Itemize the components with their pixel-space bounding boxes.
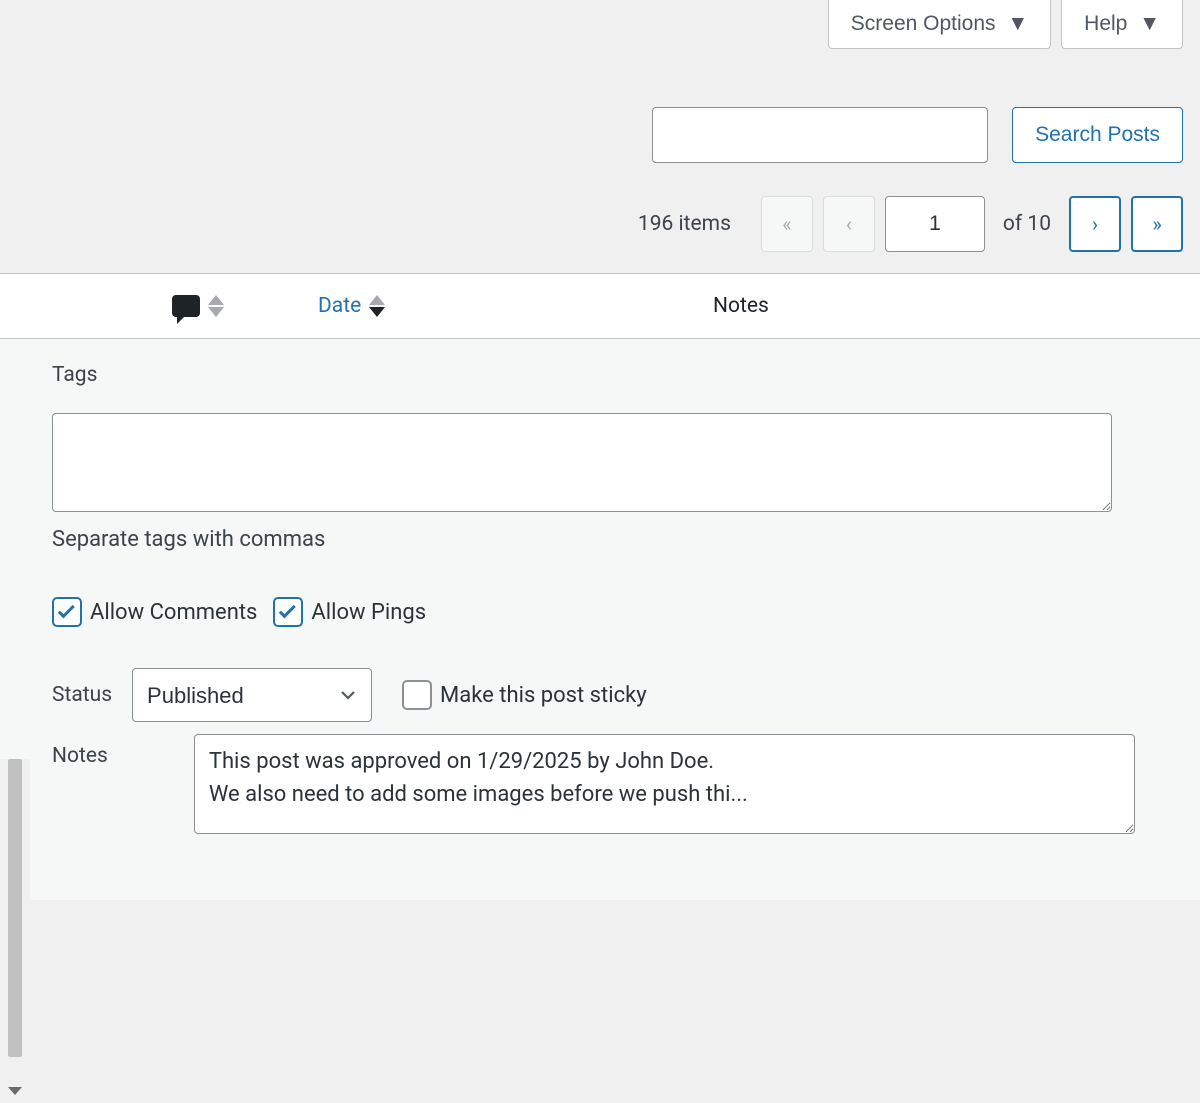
notes-label: Notes	[52, 734, 108, 768]
page-of-text: of 10	[1003, 212, 1051, 236]
inline-edit-row: Tags Separate tags with commas Allow Com…	[0, 339, 1200, 900]
column-comments[interactable]	[172, 295, 224, 317]
screen-options-toggle[interactable]: Screen Options ▼	[828, 0, 1051, 49]
checkbox-unchecked-icon	[402, 680, 432, 710]
search-row: Search Posts	[652, 107, 1183, 163]
allow-pings-label: Allow Pings	[311, 600, 426, 625]
tags-label: Tags	[52, 363, 97, 387]
checkbox-checked-icon	[52, 597, 82, 627]
discussion-options: Allow Comments Allow Pings	[52, 597, 426, 627]
status-select-wrap: Published	[132, 668, 372, 722]
scrollbar-down-arrow[interactable]	[0, 1079, 30, 1103]
sticky-label: Make this post sticky	[440, 683, 647, 708]
notes-row: Notes This post was approved on 1/29/202…	[52, 734, 1135, 834]
tags-textarea[interactable]	[52, 413, 1112, 512]
scrollbar-thumb[interactable]	[8, 759, 22, 1057]
screen-options-label: Screen Options	[851, 12, 996, 35]
allow-comments-toggle[interactable]: Allow Comments	[52, 597, 257, 627]
search-input[interactable]	[652, 107, 988, 163]
first-page-button: «	[761, 196, 813, 252]
status-row: Status Published Make this post sticky	[52, 668, 647, 722]
allow-comments-label: Allow Comments	[90, 600, 257, 625]
list-table-header: Date Notes	[0, 273, 1200, 339]
screen-meta-actions: Screen Options ▼ Help ▼	[828, 0, 1183, 49]
sort-icon	[369, 295, 385, 317]
items-count: 196 items	[638, 212, 731, 236]
column-date[interactable]: Date	[318, 294, 385, 318]
column-notes: Notes	[713, 294, 769, 318]
allow-pings-toggle[interactable]: Allow Pings	[273, 597, 426, 627]
current-page-input[interactable]	[885, 196, 985, 252]
checkbox-checked-icon	[273, 597, 303, 627]
next-page-button[interactable]: ›	[1069, 196, 1121, 252]
caret-down-icon: ▼	[1007, 12, 1028, 35]
comments-icon	[172, 295, 200, 317]
sort-icon	[208, 295, 224, 317]
search-posts-button[interactable]: Search Posts	[1012, 107, 1183, 163]
help-toggle[interactable]: Help ▼	[1061, 0, 1183, 49]
help-label: Help	[1084, 12, 1127, 35]
last-page-button[interactable]: »	[1131, 196, 1183, 252]
pagination: 196 items « ‹ of 10 › »	[638, 196, 1183, 252]
status-select[interactable]: Published	[132, 668, 372, 722]
tags-help-text: Separate tags with commas	[52, 527, 325, 552]
column-notes-label: Notes	[713, 294, 769, 318]
prev-page-button: ‹	[823, 196, 875, 252]
status-label: Status	[52, 683, 112, 707]
caret-down-icon: ▼	[1139, 12, 1160, 35]
sticky-toggle[interactable]: Make this post sticky	[402, 680, 647, 710]
notes-textarea[interactable]: This post was approved on 1/29/2025 by J…	[194, 734, 1135, 834]
column-date-label: Date	[318, 294, 361, 318]
